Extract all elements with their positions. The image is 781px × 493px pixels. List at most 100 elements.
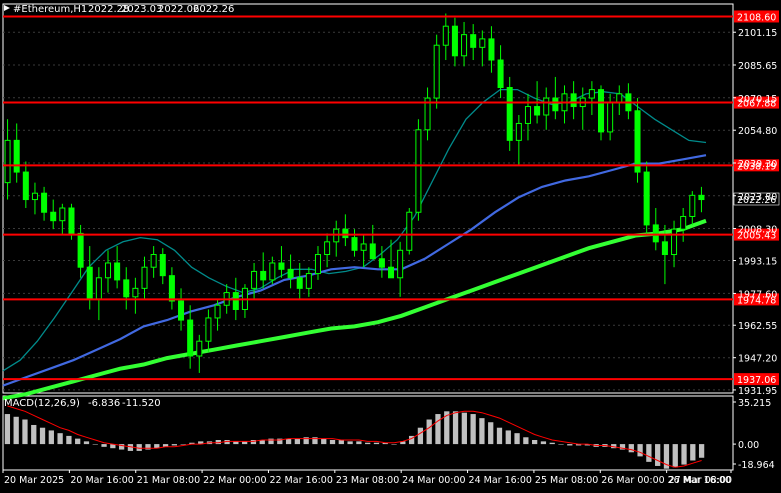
- time-tick-label: 20 Mar 2025: [4, 475, 64, 486]
- candle: [607, 93, 614, 141]
- candle-body: [232, 292, 239, 310]
- price-tick-label: 2085.65: [738, 61, 777, 72]
- time-tick-label: 21 Mar 08:00: [137, 475, 200, 486]
- macd-main-value: -6.836: [88, 398, 120, 409]
- macd-histogram-bar: [4, 414, 11, 445]
- candle-body: [597, 89, 605, 133]
- macd-histogram-bar: [92, 444, 98, 445]
- candle: [406, 208, 413, 255]
- candle: [123, 267, 130, 310]
- candle: [424, 87, 431, 141]
- candle: [470, 24, 477, 61]
- candle: [196, 334, 203, 373]
- macd-histogram-bar: [479, 418, 485, 445]
- macd-histogram-bar: [321, 438, 327, 445]
- candle-body: [470, 34, 477, 48]
- time-tick-label: 26 Mar 00:00: [601, 475, 664, 486]
- candle: [570, 81, 577, 120]
- price-tick-label: 1962.55: [738, 321, 777, 332]
- candle: [141, 256, 148, 299]
- time-tick-label: 22 Mar 16:00: [269, 475, 332, 486]
- candle: [515, 114, 522, 166]
- candle-body: [488, 38, 495, 61]
- chart-symbol-icon: [4, 5, 10, 11]
- price-tick-label: 2039.30: [738, 159, 777, 170]
- macd-histogram-bar: [558, 444, 564, 445]
- candle: [488, 26, 495, 73]
- candle-body: [95, 277, 102, 300]
- candle-body: [479, 38, 486, 48]
- macd-histogram-bar: [294, 438, 301, 445]
- candle: [524, 93, 531, 141]
- candle-body: [397, 249, 404, 279]
- macd-histogram-bar: [426, 419, 432, 445]
- candle: [415, 119, 422, 221]
- macd-histogram-bar: [461, 412, 467, 445]
- macd-histogram-bar: [681, 444, 687, 465]
- candle: [260, 252, 267, 289]
- candle: [104, 250, 112, 293]
- candle: [506, 76, 513, 151]
- candle-body: [123, 279, 130, 298]
- macd-label: MACD(12,26,9): [4, 398, 80, 409]
- macd-histogram-bar: [672, 444, 678, 468]
- macd-histogram-bar: [690, 444, 696, 461]
- candle-body: [86, 266, 93, 300]
- candle-body: [159, 254, 166, 277]
- candle-body: [689, 194, 696, 217]
- macd-histogram-bar: [391, 444, 397, 445]
- macd-histogram-bar: [628, 444, 634, 453]
- candle: [241, 284, 248, 318]
- macd-histogram-bar: [22, 419, 28, 445]
- macd-histogram-bar: [329, 440, 336, 445]
- candle-body: [360, 243, 367, 251]
- price-tick-label: 1931.95: [738, 386, 777, 397]
- candle: [178, 288, 185, 331]
- candle: [461, 21, 468, 67]
- chart-window: 2108.60 2067.88 2038.19 2005.43 1974.78 1937.…: [0, 0, 781, 489]
- candle-body: [114, 262, 121, 281]
- candle-body: [671, 228, 678, 256]
- chart-symbol-label: #Ethereum,H1: [13, 4, 87, 15]
- candle-body: [543, 97, 550, 116]
- time-tick-label: 23 Mar 08:00: [336, 475, 399, 486]
- macd-histogram-bar: [549, 442, 555, 445]
- candle-body: [50, 211, 57, 222]
- candle-body: [415, 129, 422, 213]
- candle: [680, 208, 687, 242]
- time-tick-label: 24 Mar 16:00: [469, 475, 532, 486]
- candle: [561, 85, 568, 124]
- candle-body: [515, 122, 522, 141]
- candle: [342, 214, 349, 247]
- candle-body: [388, 266, 395, 279]
- candle-body: [13, 139, 20, 173]
- candle: [296, 262, 303, 299]
- time-tick-label: 27 Mar 08:00: [669, 475, 732, 486]
- macd-histogram-bar: [532, 440, 538, 445]
- candle-body: [643, 171, 650, 226]
- macd-histogram-bar: [347, 441, 353, 445]
- macd-histogram-bar: [66, 435, 72, 445]
- candle: [77, 224, 84, 278]
- candle: [543, 87, 550, 130]
- candles: [4, 13, 705, 373]
- macd-histogram-bar: [655, 444, 661, 466]
- candle-body: [552, 97, 559, 112]
- candle-body: [634, 110, 641, 173]
- candle: [397, 241, 404, 297]
- macd-tick-label: 0.00: [738, 440, 759, 451]
- candle: [369, 224, 376, 260]
- candle-body: [77, 232, 84, 268]
- macd-histogram-bar: [417, 427, 424, 445]
- candle: [205, 309, 212, 352]
- candle-body: [534, 106, 541, 116]
- time-tick-label: 25 Mar 08:00: [535, 475, 598, 486]
- candle-body: [269, 262, 276, 281]
- candle-body: [41, 192, 48, 213]
- candle-body: [461, 34, 468, 57]
- candle: [388, 239, 395, 279]
- candle: [351, 229, 358, 257]
- candle: [187, 305, 194, 369]
- time-tick-label: 20 Mar 16:00: [70, 475, 133, 486]
- main-panel-frame: [2, 3, 734, 394]
